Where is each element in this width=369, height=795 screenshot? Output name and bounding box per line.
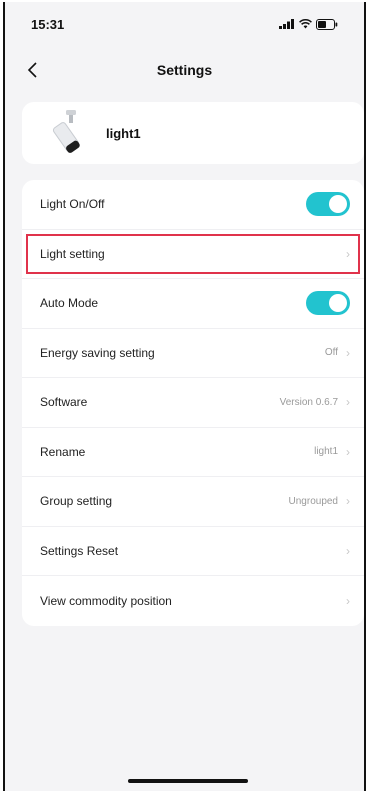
light-on-off-toggle[interactable] (306, 192, 350, 217)
row-value: Ungrouped (288, 495, 338, 507)
row-label: View commodity position (40, 593, 172, 608)
signal-icon (279, 19, 294, 29)
status-icons (279, 18, 338, 30)
auto-mode-toggle[interactable] (306, 291, 350, 316)
chevron-right-icon: › (346, 593, 350, 608)
wifi-icon (299, 19, 312, 29)
chevron-right-icon: › (346, 345, 350, 360)
track-light-icon (52, 110, 80, 153)
row-value: Version 0.6.7 (279, 396, 338, 408)
setting-row-auto-mode[interactable]: Auto Mode (22, 279, 364, 329)
status-bar: 15:31 (5, 2, 364, 46)
chevron-left-icon (27, 62, 37, 78)
chevron-right-icon: › (346, 444, 350, 459)
setting-row-light-on-off[interactable]: Light On/Off (22, 180, 364, 230)
battery-icon (316, 18, 338, 30)
status-time: 15:31 (31, 16, 65, 32)
row-value: light1 (314, 446, 338, 458)
row-label: Light setting (40, 246, 105, 261)
row-label: Rename (40, 444, 86, 459)
nav-bar: Settings (5, 50, 364, 90)
setting-row-rename[interactable]: Rename light1 › (22, 428, 364, 477)
row-label: Energy saving setting (40, 345, 155, 360)
page-title: Settings (156, 62, 213, 78)
setting-row-light-setting[interactable]: Light setting › (22, 230, 364, 279)
chevron-right-icon: › (346, 246, 350, 261)
setting-row-energy-saving[interactable]: Energy saving setting Off › (22, 329, 364, 378)
chevron-right-icon: › (346, 395, 350, 410)
phone-screen: 15:31 Settings light1 Light On/Off Light… (3, 2, 366, 791)
setting-row-group-setting[interactable]: Group setting Ungrouped › (22, 477, 364, 527)
home-indicator (128, 779, 248, 783)
row-label: Software (40, 395, 88, 410)
device-name: light1 (106, 125, 141, 141)
back-button[interactable] (21, 58, 45, 82)
device-card: light1 (22, 102, 364, 164)
settings-list: Light On/Off Light setting › Auto Mode E… (22, 180, 364, 626)
setting-row-settings-reset[interactable]: Settings Reset › (22, 527, 364, 576)
setting-row-view-commodity-position[interactable]: View commodity position › (22, 576, 364, 626)
setting-row-software[interactable]: Software Version 0.6.7 › (22, 378, 364, 428)
chevron-right-icon: › (346, 543, 350, 558)
row-label: Auto Mode (40, 296, 99, 311)
chevron-right-icon: › (346, 494, 350, 509)
row-label: Settings Reset (40, 543, 119, 558)
row-label: Light On/Off (40, 197, 105, 212)
row-value: Off (324, 347, 338, 359)
row-label: Group setting (40, 494, 113, 509)
